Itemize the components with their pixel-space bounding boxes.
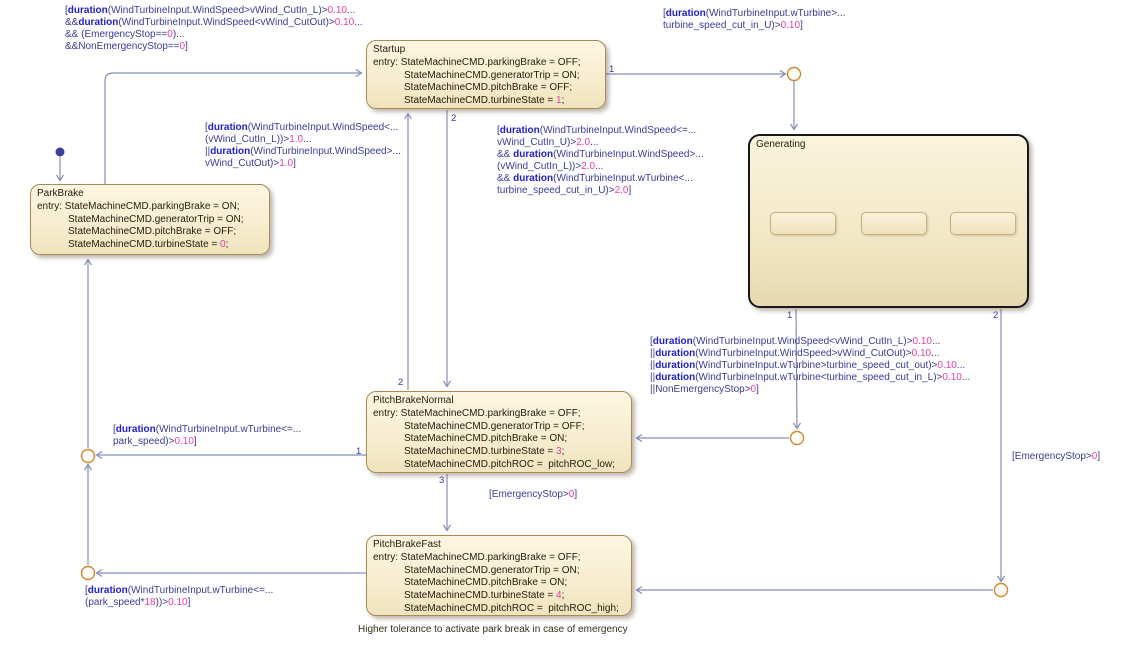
state-pitchbrakefast[interactable]: PitchBrakeFast entry: StateMachineCMD.pa… <box>366 535 632 616</box>
generating-substate-2[interactable] <box>861 212 927 235</box>
stateflow-chart: ParkBrake entry: StateMachineCMD.parking… <box>0 0 1132 647</box>
state-entry-actions: entry: StateMachineCMD.parkingBrake = OF… <box>373 552 625 616</box>
state-title: PitchBrakeNormal <box>373 395 625 408</box>
transition-number-startup-1: 1 <box>609 64 614 75</box>
junction-top-right[interactable] <box>788 68 801 81</box>
transition-number-pbn-3: 3 <box>439 475 444 486</box>
transition-label-parkbrake-to-startup[interactable]: [duration(WindTurbineInput.WindSpeed>vWi… <box>65 5 363 53</box>
transition-label-startup-to-generating[interactable]: [duration(WindTurbineInput.wTurbine>...t… <box>663 8 845 32</box>
transition-label-emergencystop-right[interactable]: [EmergencyStop>0] <box>1012 451 1100 463</box>
state-entry-actions: entry: StateMachineCMD.parkingBrake = OF… <box>373 408 625 472</box>
junction-mid-right[interactable] <box>791 432 804 445</box>
state-title: Generating <box>756 139 1021 152</box>
state-title: PitchBrakeFast <box>373 539 625 552</box>
transition-number-startup-2: 2 <box>451 113 456 124</box>
generating-substate-3[interactable] <box>950 212 1016 235</box>
state-title: Startup <box>373 44 599 57</box>
annotation-note[interactable]: Higher tolerance to activate park break … <box>358 624 628 635</box>
transition-number-generating-1: 1 <box>787 310 792 321</box>
transition-number-pbn-2: 2 <box>398 377 403 388</box>
generating-substate-1[interactable] <box>770 212 836 235</box>
junction-left-upper[interactable] <box>82 450 95 463</box>
state-parkbrake[interactable]: ParkBrake entry: StateMachineCMD.parking… <box>30 184 270 255</box>
transition-label-pitchbrakefast-to-parkbrake[interactable]: [duration(WindTurbineInput.wTurbine<=...… <box>85 585 273 609</box>
transition-number-generating-2: 2 <box>993 310 998 321</box>
default-transition-dot[interactable] <box>56 148 65 157</box>
transition-label-startup-to-pitchbrakenormal[interactable]: [duration(WindTurbineInput.WindSpeed<...… <box>205 122 401 170</box>
transition-label-pitchbrakenormal-to-startup[interactable]: [duration(WindTurbineInput.WindSpeed<=..… <box>497 125 704 197</box>
transition-label-generating-to-pitchbrakenormal[interactable]: [duration(WindTurbineInput.WindSpeed<vWi… <box>650 336 970 396</box>
state-entry-actions: entry: StateMachineCMD.parkingBrake = OF… <box>373 57 599 108</box>
state-entry-actions: entry: StateMachineCMD.parkingBrake = ON… <box>37 201 263 252</box>
state-title: ParkBrake <box>37 188 263 201</box>
state-startup[interactable]: Startup entry: StateMachineCMD.parkingBr… <box>366 40 606 109</box>
junction-left-lower[interactable] <box>82 567 95 580</box>
junction-bottom-right[interactable] <box>995 584 1008 597</box>
state-pitchbrakenormal[interactable]: PitchBrakeNormal entry: StateMachineCMD.… <box>366 391 632 473</box>
transition-number-pbn-1: 1 <box>356 446 361 457</box>
transition-label-pitchbrakenormal-to-parkbrake[interactable]: [duration(WindTurbineInput.wTurbine<=...… <box>113 424 301 448</box>
transition-label-emergencystop-mid[interactable]: [EmergencyStop>0] <box>489 489 577 501</box>
